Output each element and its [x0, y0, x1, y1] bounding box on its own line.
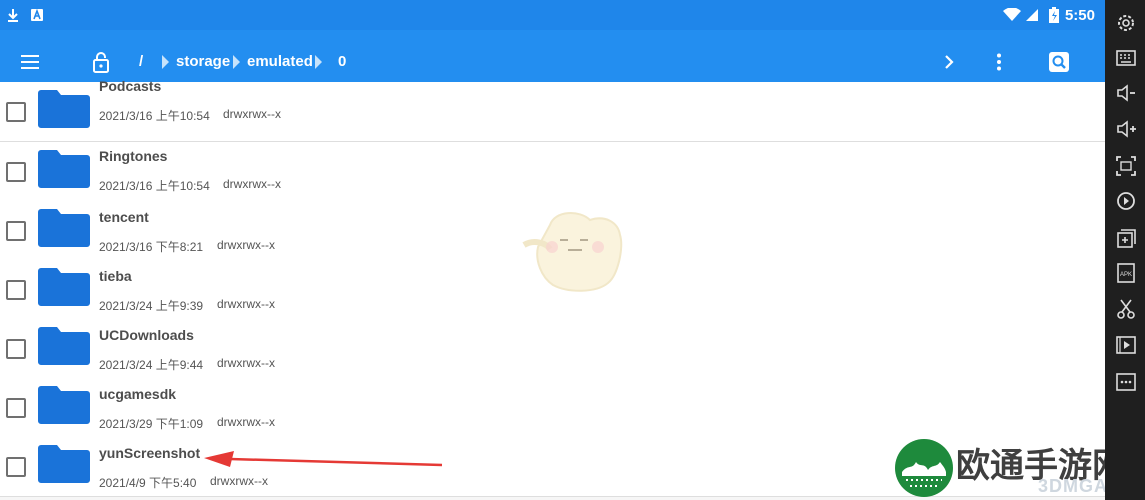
folder-icon: [38, 327, 90, 365]
row-checkbox[interactable]: [6, 102, 26, 122]
annotation-arrow-icon: [204, 451, 443, 467]
breadcrumb-storage[interactable]: storage: [176, 53, 230, 70]
folder-icon: [38, 90, 90, 128]
file-permissions: drwxrwx--x: [217, 356, 275, 370]
breadcrumb-root[interactable]: /: [139, 53, 143, 70]
file-date: 2021/3/24 上午9:39: [99, 299, 204, 313]
add-window-icon[interactable]: [1115, 228, 1137, 250]
file-permissions: drwxrwx--x: [217, 297, 275, 311]
more-vert-icon[interactable]: [996, 53, 1002, 76]
status-bar: 5:50: [0, 0, 1105, 30]
list-item[interactable]: Podcasts 2021/3/16 上午10:54 drwxrwx--x: [0, 78, 1105, 142]
breadcrumb-separator-icon: [162, 55, 169, 69]
row-checkbox[interactable]: [6, 221, 26, 241]
folder-icon: [38, 150, 90, 188]
row-checkbox[interactable]: [6, 280, 26, 300]
file-name: ucgamesdk: [99, 386, 177, 402]
more-horiz-icon[interactable]: [1115, 371, 1137, 393]
file-name: Podcasts: [99, 78, 162, 94]
list-item[interactable]: UCDownloads 2021/3/24 上午9:44 drwxrwx--x: [0, 319, 1105, 379]
signal-icon: [1025, 8, 1039, 24]
mascot-watermark-icon: [522, 212, 623, 292]
row-checkbox[interactable]: [6, 339, 26, 359]
folder-icon: [38, 268, 90, 306]
volume-down-icon[interactable]: [1115, 82, 1137, 104]
folder-icon: [38, 445, 90, 483]
file-permissions: drwxrwx--x: [217, 415, 275, 429]
folder-icon: [38, 386, 90, 424]
row-checkbox[interactable]: [6, 457, 26, 477]
folder-icon: [38, 209, 90, 247]
settings-icon[interactable]: [1115, 12, 1137, 34]
clock: 5:50: [1064, 7, 1095, 24]
wifi-icon: [1003, 7, 1021, 24]
battery-icon: [1049, 7, 1059, 25]
breadcrumb-separator-icon: [233, 55, 240, 69]
file-date: 2021/3/16 上午10:54: [99, 109, 210, 123]
list-item[interactable]: ucgamesdk 2021/3/29 下午1:09 drwxrwx--x: [0, 378, 1105, 438]
file-date: 2021/3/29 下午1:09: [99, 417, 204, 431]
download-icon: [6, 8, 20, 24]
screenshot-icon[interactable]: [1115, 155, 1137, 177]
site-watermark: 欧通手游网 3DMGAME: [890, 436, 1105, 500]
file-permissions: drwxrwx--x: [223, 177, 281, 191]
row-checkbox[interactable]: [6, 398, 26, 418]
emulator-sidebar: APK: [1105, 0, 1145, 500]
video-icon[interactable]: [1115, 334, 1137, 356]
lock-open-icon[interactable]: [92, 51, 110, 78]
scissors-icon[interactable]: [1115, 298, 1137, 320]
file-permissions: drwxrwx--x: [217, 238, 275, 252]
breadcrumb-emulated[interactable]: emulated: [247, 53, 313, 70]
file-permissions: drwxrwx--x: [210, 474, 268, 488]
file-name: tieba: [99, 268, 132, 284]
apk-icon[interactable]: APK: [1115, 262, 1137, 284]
breadcrumb-separator-icon: [315, 55, 322, 69]
file-date: 2021/4/9 下午5:40: [99, 476, 197, 490]
search-icon[interactable]: [1049, 52, 1069, 77]
site-logo-icon: [895, 439, 953, 497]
file-date: 2021/3/16 上午10:54: [99, 179, 210, 193]
row-checkbox[interactable]: [6, 162, 26, 182]
file-name: tencent: [99, 209, 149, 225]
list-item[interactable]: Ringtones 2021/3/16 上午10:54 drwxrwx--x: [0, 142, 1105, 202]
chevron-right-icon[interactable]: [943, 54, 955, 75]
file-date: 2021/3/16 下午8:21: [99, 240, 204, 254]
file-name: yunScreenshot: [99, 445, 201, 461]
volume-up-icon[interactable]: [1115, 118, 1137, 140]
breadcrumb-current[interactable]: 0: [338, 53, 346, 70]
menu-icon[interactable]: [21, 55, 39, 74]
app-a-icon: [30, 8, 44, 24]
rotate-icon[interactable]: [1115, 190, 1137, 212]
file-date: 2021/3/24 上午9:44: [99, 358, 204, 372]
keyboard-icon[interactable]: [1115, 47, 1137, 69]
file-permissions: drwxrwx--x: [223, 107, 281, 121]
file-name: Ringtones: [99, 148, 168, 164]
watermark-subtitle: 3DMGAME: [1038, 476, 1105, 496]
android-screen: 5:50 / storage emulated 0 Podcasts 2021/…: [0, 0, 1105, 500]
svg-text:APK: APK: [1120, 272, 1132, 278]
file-name: UCDownloads: [99, 327, 194, 343]
